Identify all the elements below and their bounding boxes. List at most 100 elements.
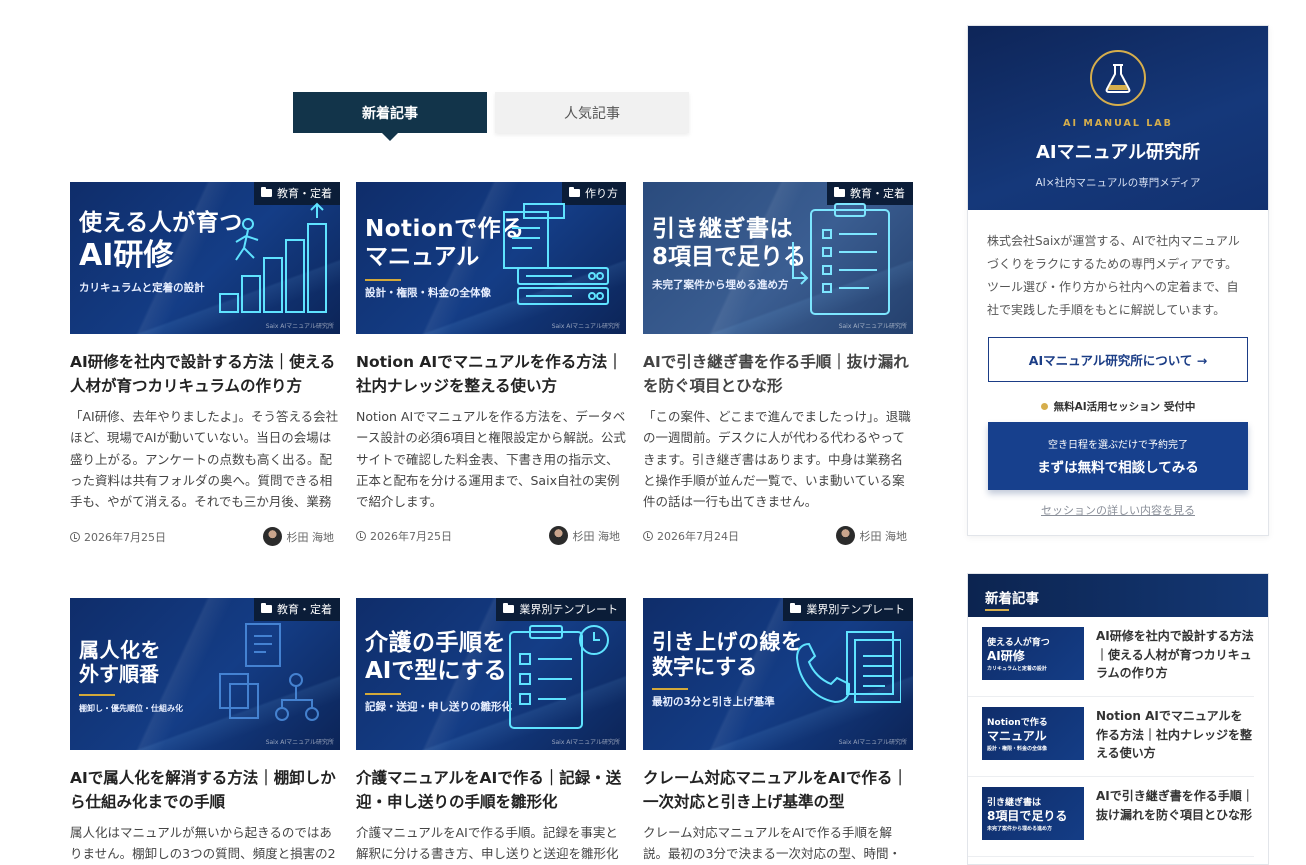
site-subtitle: AI×社内マニュアルの専門メディア	[1035, 177, 1201, 189]
thumbnail-line2: AI研修	[987, 649, 1025, 663]
article-card[interactable]: 教育・定着 引き継ぎ書は 8項目で足りる 未完了案件から埋める進め方 Saix …	[643, 182, 913, 546]
article-title[interactable]: AI研修を社内で設計する方法｜使える人材が育つカリキュラムの作り方	[70, 350, 340, 398]
date-text: 2026年7月25日	[84, 530, 166, 544]
document-database-icon	[503, 203, 609, 305]
status-dot	[1040, 403, 1048, 410]
thumbnail-text: 引き継ぎ書は 8項目で足りる 未完了案件から埋める進め方	[652, 216, 806, 292]
article-author[interactable]: 杉田 海地	[548, 526, 621, 546]
article-title[interactable]: Notion AIでマニュアルを作る方法｜社内ナレッジを整える使い方	[356, 350, 626, 398]
article-title[interactable]: クレーム対応マニュアルをAIで作る｜一次対応と引き上げ基準の型	[643, 766, 913, 814]
list-item[interactable]: 引き継ぎ書は 8項目で足りる 未完了案件から埋める進め方 AIで引き継ぎ書を作る…	[968, 777, 1254, 857]
thumbnail-subtitle: 未完了案件から埋める進め方	[652, 279, 789, 292]
thumbnail-subtitle: カリキュラムと定着の設計	[987, 666, 1047, 672]
thumbnail-text: 介護の手順を AIで型にする 記録・送迎・申し送りの雛形化	[365, 630, 512, 714]
category-label: 業界別テンプレート	[519, 603, 618, 616]
folder-icon	[261, 187, 272, 197]
thumbnail-subtitle: 未完了案件から埋める進め方	[987, 826, 1053, 832]
article-thumbnail[interactable]: 教育・定着 属人化を 外す順番 棚卸し・優先順位・仕組み化 Saix AIマニュ…	[70, 598, 340, 750]
org-chart-documents-icon	[219, 623, 319, 721]
list-item[interactable]: 使える人が育つ AI研修 カリキュラムと定着の設計 AI研修を社内で設計する方法…	[968, 617, 1254, 697]
article-date: 2026年7月24日	[643, 528, 739, 544]
clock-icon	[356, 530, 366, 541]
thumbnail-text: 属人化を 外す順番 棚卸し・優先順位・仕組み化	[79, 638, 183, 714]
article-title[interactable]: AIで属人化を解消する方法｜棚卸しから仕組み化までの手順	[70, 766, 340, 814]
avatar	[548, 526, 568, 546]
flask-logo	[1090, 50, 1146, 106]
article-card[interactable]: 教育・定着 属人化を 外す順番 棚卸し・優先順位・仕組み化 Saix AIマニュ…	[70, 598, 340, 865]
date-text: 2026年7月25日	[370, 529, 452, 543]
category-label: 教育・定着	[277, 187, 332, 200]
article-title[interactable]: AIで引き継ぎ書を作る手順｜抜け漏れを防ぐ項目とひな形	[643, 350, 913, 398]
article-card[interactable]: 作り方 Notionで作る マニュアル 設計・権限・料金の全体像 Saix AI…	[356, 182, 626, 546]
folder-icon	[834, 187, 845, 197]
thumbnail-credit: Saix AIマニュアル研究所	[265, 323, 334, 330]
thumbnail-divider	[365, 693, 401, 696]
thumbnail-line1: 介護の手順を	[365, 630, 506, 656]
list-item-thumbnail: 引き継ぎ書は 8項目で足りる 未完了案件から埋める進め方	[982, 787, 1084, 840]
article-card[interactable]: 業界別テンプレート 介護の手順を AIで型にする 記録・送迎・申し送りの雛形化 …	[356, 598, 626, 865]
thumbnail-line2: 数字にする	[652, 655, 758, 680]
clipboard-checklist-icon	[792, 203, 890, 315]
avatar	[835, 526, 855, 546]
thumbnail-line2: AIで型にする	[365, 657, 507, 684]
tab-popular-articles[interactable]: 人気記事	[495, 92, 689, 133]
list-item-title[interactable]: AI研修を社内で設計する方法｜使える人材が育つカリキュラムの作り方	[1096, 627, 1254, 696]
article-thumbnail[interactable]: 教育・定着 引き継ぎ書は 8項目で足りる 未完了案件から埋める進め方 Saix …	[643, 182, 913, 334]
article-card[interactable]: 教育・定着 使える人が育つ AI研修 カリキュラムと定着の設計 Saix AIマ…	[70, 182, 340, 546]
list-item[interactable]: Notionで作る マニュアル 設計・権限・料金の全体像 Notion AIでマ…	[968, 697, 1254, 777]
thumbnail-text: 引き上げの線を 数字にする 最初の3分と引き上げ基準	[652, 630, 803, 709]
new-articles-widget: 新着記事 使える人が育つ AI研修 カリキュラムと定着の設計 AI研修を社内で設…	[967, 573, 1269, 865]
thumbnail-credit: Saix AIマニュアル研究所	[265, 739, 334, 746]
site-profile-header: AI MANUAL LAB AIマニュアル研究所 AI×社内マニュアルの専門メデ…	[968, 26, 1268, 210]
site-name: AIマニュアル研究所	[1035, 142, 1201, 163]
site-profile-widget: AI MANUAL LAB AIマニュアル研究所 AI×社内マニュアルの専門メデ…	[967, 25, 1269, 536]
date-text: 2026年7月24日	[657, 529, 739, 543]
list-item-thumbnail: 使える人が育つ AI研修 カリキュラムと定着の設計	[982, 627, 1084, 680]
folder-icon	[503, 603, 515, 613]
folder-icon	[790, 603, 802, 613]
clock-icon	[643, 530, 653, 541]
cta-label: まずは無料で相談してみる	[1037, 460, 1199, 476]
thumbnail-credit: Saix AIマニュアル研究所	[838, 323, 907, 330]
thumbnail-subtitle: 設計・権限・料金の全体像	[365, 287, 491, 300]
author-name: 杉田 海地	[286, 530, 335, 544]
list-item-title[interactable]: AIで引き継ぎ書を作る手順｜抜け漏れを防ぐ項目とひな形	[1096, 787, 1254, 856]
cta-subtext: 空き日程を選ぶだけで予約完了	[1048, 440, 1188, 451]
thumbnail-line1: Notionで作る	[365, 216, 525, 242]
article-excerpt: 「この案件、どこまで進んでましたっけ」。退職の一週間前。デスクに人が代わる代わる…	[643, 409, 911, 510]
folder-icon	[569, 187, 580, 197]
article-date: 2026年7月25日	[356, 528, 452, 544]
article-meta: 2026年7月24日 杉田 海地	[643, 526, 913, 546]
author-name: 杉田 海地	[572, 529, 621, 543]
session-details-link[interactable]: セッションの詳しい内容を見る	[968, 502, 1268, 518]
article-thumbnail[interactable]: 業界別テンプレート 引き上げの線を 数字にする 最初の3分と引き上げ基準 Sai…	[643, 598, 913, 750]
folder-icon	[261, 603, 272, 613]
thumbnail-credit: Saix AIマニュアル研究所	[551, 739, 620, 746]
flask-icon	[1105, 64, 1131, 93]
thumbnail-divider	[365, 279, 401, 282]
article-title[interactable]: 介護マニュアルをAIで作る｜記録・送迎・申し送りの手順を雛形化	[356, 766, 626, 814]
thumbnail-text: Notionで作る マニュアル 設計・権限・料金の全体像	[365, 216, 525, 300]
category-label: 業界別テンプレート	[806, 603, 905, 616]
free-consultation-button[interactable]: 空き日程を選ぶだけで予約完了 まずは無料で相談してみる	[988, 422, 1248, 490]
article-excerpt: 介護マニュアルをAIで作る手順。記録を事実と解釈に分ける書き方、申し送りと送迎を…	[356, 825, 619, 862]
article-author[interactable]: 杉田 海地	[835, 526, 907, 546]
article-thumbnail[interactable]: 教育・定着 使える人が育つ AI研修 カリキュラムと定着の設計 Saix AIマ…	[70, 182, 340, 334]
article-author[interactable]: 杉田 海地	[262, 527, 335, 546]
article-meta: 2026年7月25日 杉田 海地	[356, 526, 626, 546]
category-label: 教育・定着	[277, 603, 332, 616]
list-item-title[interactable]: Notion AIでマニュアルを作る方法｜社内ナレッジを整える使い方	[1096, 707, 1254, 776]
list-item-thumbnail: Notionで作る マニュアル 設計・権限・料金の全体像	[982, 707, 1084, 760]
article-excerpt: 「AI研修、去年やりましたよ」。そう答える会社ほど、現場でAIが動いていない。当…	[70, 409, 339, 510]
tab-new-articles[interactable]: 新着記事	[293, 92, 487, 141]
thumbnail-subtitle: 棚卸し・優先順位・仕組み化	[79, 704, 183, 713]
article-thumbnail[interactable]: 作り方 Notionで作る マニュアル 設計・権限・料金の全体像 Saix AI…	[356, 182, 626, 334]
phone-document-icon	[795, 631, 901, 704]
thumbnail-subtitle: 設計・権限・料金の全体像	[987, 746, 1048, 752]
thumbnail-line2: マニュアル	[987, 729, 1047, 743]
article-card[interactable]: 業界別テンプレート 引き上げの線を 数字にする 最初の3分と引き上げ基準 Sai…	[643, 598, 913, 865]
article-thumbnail[interactable]: 業界別テンプレート 介護の手順を AIで型にする 記録・送迎・申し送りの雛形化 …	[356, 598, 626, 750]
thumbnail-divider	[652, 688, 688, 691]
about-lab-button[interactable]: AIマニュアル研究所について →	[988, 337, 1248, 382]
thumbnail-credit: Saix AIマニュアル研究所	[838, 739, 907, 746]
